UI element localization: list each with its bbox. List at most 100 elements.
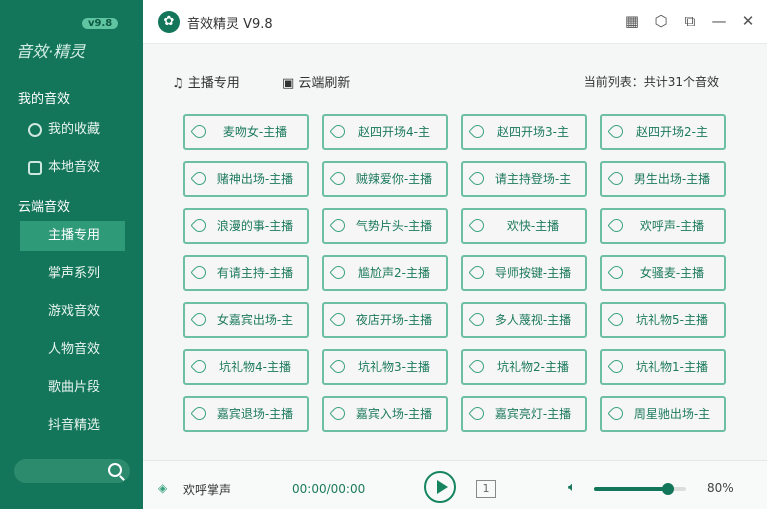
sound-button[interactable]: 麦吻女-主播 <box>183 114 309 150</box>
sound-button[interactable]: 周星驰出场-主 <box>600 396 726 432</box>
category-text: 主播专用 <box>187 76 240 91</box>
settings-icon[interactable]: ⬡ <box>652 12 670 30</box>
tag-icon <box>607 357 626 376</box>
sound-button[interactable]: 赵四开场4-主 <box>322 114 448 150</box>
sound-button[interactable]: 气势片头-主播 <box>322 208 448 244</box>
sound-label: 坑礼物4-主播 <box>219 360 291 374</box>
loop-mode-button[interactable]: 1 <box>476 480 496 498</box>
play-button[interactable] <box>424 471 456 503</box>
sidebar-item-douyin[interactable]: 抖音精选 <box>20 411 125 441</box>
tag-icon <box>190 216 209 235</box>
cloud-refresh-button[interactable]: ▣ 云端刷新 <box>282 72 350 91</box>
sidebar-item-character[interactable]: 人物音效 <box>20 335 125 365</box>
sound-button[interactable]: 女嘉宾出场-主 <box>183 302 309 338</box>
sound-label: 坑礼物1-主播 <box>636 360 708 374</box>
minimize-icon[interactable]: — <box>710 12 728 30</box>
skin-icon[interactable]: ▦ <box>623 12 641 30</box>
search-icon[interactable] <box>108 463 122 477</box>
sidebar-item-local[interactable]: 本地音效 <box>20 153 125 183</box>
sound-label: 嘉宾入场-主播 <box>355 407 433 421</box>
sound-label: 赌神出场-主播 <box>216 172 294 186</box>
tag-icon <box>190 263 209 282</box>
tag-icon <box>607 263 626 282</box>
sound-button[interactable]: 坑礼物5-主播 <box>600 302 726 338</box>
sound-button[interactable]: 欢快-主播 <box>461 208 587 244</box>
sidebar-item-streamer[interactable]: 主播专用 <box>20 221 125 251</box>
sound-button[interactable]: 有请主持-主播 <box>183 255 309 291</box>
tag-icon <box>190 122 209 141</box>
sound-button[interactable]: 欢呼声-主播 <box>600 208 726 244</box>
sound-label: 女嘉宾出场-主 <box>216 313 294 327</box>
sound-button[interactable]: 嘉宾入场-主播 <box>322 396 448 432</box>
playlist-icon: ♫ <box>172 76 188 91</box>
sound-label: 有请主持-主播 <box>216 266 294 280</box>
volume-slider[interactable] <box>594 483 686 495</box>
tag-icon <box>468 357 487 376</box>
sound-button[interactable]: 请主持登场-主 <box>461 161 587 197</box>
sound-label: 女骚麦-主播 <box>639 266 705 280</box>
sound-button[interactable]: 赵四开场3-主 <box>461 114 587 150</box>
search-input[interactable] <box>14 459 130 483</box>
volume-value: 80% <box>707 481 734 495</box>
sound-button[interactable]: 浪漫的事-主播 <box>183 208 309 244</box>
sidebar-item-applause[interactable]: 掌声系列 <box>20 259 125 289</box>
volume-icon[interactable]: 🔈︎ <box>568 480 576 495</box>
tag-icon <box>468 404 487 423</box>
sidebar-item-game[interactable]: 游戏音效 <box>20 297 125 327</box>
sound-label: 欢呼声-主播 <box>639 219 705 233</box>
folder-icon <box>28 161 42 175</box>
tag-icon <box>190 169 209 188</box>
sound-button[interactable]: 多人蔑视-主播 <box>461 302 587 338</box>
tag-icon <box>329 404 348 423</box>
tag-icon <box>607 122 626 141</box>
sound-button[interactable]: 嘉宾退场-主播 <box>183 396 309 432</box>
sound-button[interactable]: 男生出场-主播 <box>600 161 726 197</box>
tag-icon <box>468 310 487 329</box>
sound-label: 浪漫的事-主播 <box>216 219 294 233</box>
section-cloud-sounds: 云端音效 <box>18 200 71 215</box>
tag-icon <box>607 310 626 329</box>
sound-label: 赵四开场4-主 <box>358 125 430 139</box>
mini-mode-icon[interactable]: ⧉ <box>681 12 699 30</box>
sound-label: 赵四开场3-主 <box>497 125 569 139</box>
sound-button[interactable]: 女骚麦-主播 <box>600 255 726 291</box>
sound-button[interactable]: 坑礼物3-主播 <box>322 349 448 385</box>
sidebar-item-label: 我的收藏 <box>48 122 101 137</box>
sound-button[interactable]: 赌神出场-主播 <box>183 161 309 197</box>
tag-icon <box>468 122 487 141</box>
sound-label: 男生出场-主播 <box>633 172 711 186</box>
sound-label: 嘉宾亮灯-主播 <box>494 407 572 421</box>
sound-button[interactable]: 夜店开场-主播 <box>322 302 448 338</box>
tag-icon <box>329 310 348 329</box>
sound-button[interactable]: 嘉宾亮灯-主播 <box>461 396 587 432</box>
app-icon: ✿ <box>158 11 180 33</box>
tag-icon <box>607 216 626 235</box>
tag-icon <box>607 169 626 188</box>
sound-button[interactable]: 贼辣爱你-主播 <box>322 161 448 197</box>
sound-label: 导师按键-主播 <box>494 266 572 280</box>
sound-label: 请主持登场-主 <box>494 172 572 186</box>
volume-knob[interactable] <box>661 483 674 495</box>
sound-button[interactable]: 导师按键-主播 <box>461 255 587 291</box>
app-logo: v9.8 音效·精灵 <box>14 14 134 64</box>
sound-label: 尴尬声2-主播 <box>358 266 430 280</box>
sound-button[interactable]: 坑礼物1-主播 <box>600 349 726 385</box>
tag-icon <box>190 310 209 329</box>
sound-button[interactable]: 赵四开场2-主 <box>600 114 726 150</box>
sound-label: 贼辣爱你-主播 <box>355 172 433 186</box>
sidebar-item-favorites[interactable]: 我的收藏 <box>20 115 125 145</box>
tag-icon <box>468 216 487 235</box>
tag-icon <box>468 263 487 282</box>
logo-text: 音效·精灵 <box>16 42 86 61</box>
sidebar-item-label: 本地音效 <box>48 160 101 175</box>
tag-icon <box>329 216 348 235</box>
sidebar: v9.8 音效·精灵 我的音效 我的收藏 本地音效 云端音效 主播专用 掌声系列… <box>0 0 143 509</box>
sound-button[interactable]: 坑礼物4-主播 <box>183 349 309 385</box>
sound-button[interactable]: 坑礼物2-主播 <box>461 349 587 385</box>
close-icon[interactable]: ✕ <box>739 12 757 30</box>
title-bar: ✿ 音效精灵 V9.8 ▦ ⬡ ⧉ — ✕ <box>143 0 767 44</box>
sidebar-item-songs[interactable]: 歌曲片段 <box>20 373 125 403</box>
tag-icon <box>190 404 209 423</box>
sound-button[interactable]: 尴尬声2-主播 <box>322 255 448 291</box>
sound-label: 坑礼物5-主播 <box>636 313 708 327</box>
